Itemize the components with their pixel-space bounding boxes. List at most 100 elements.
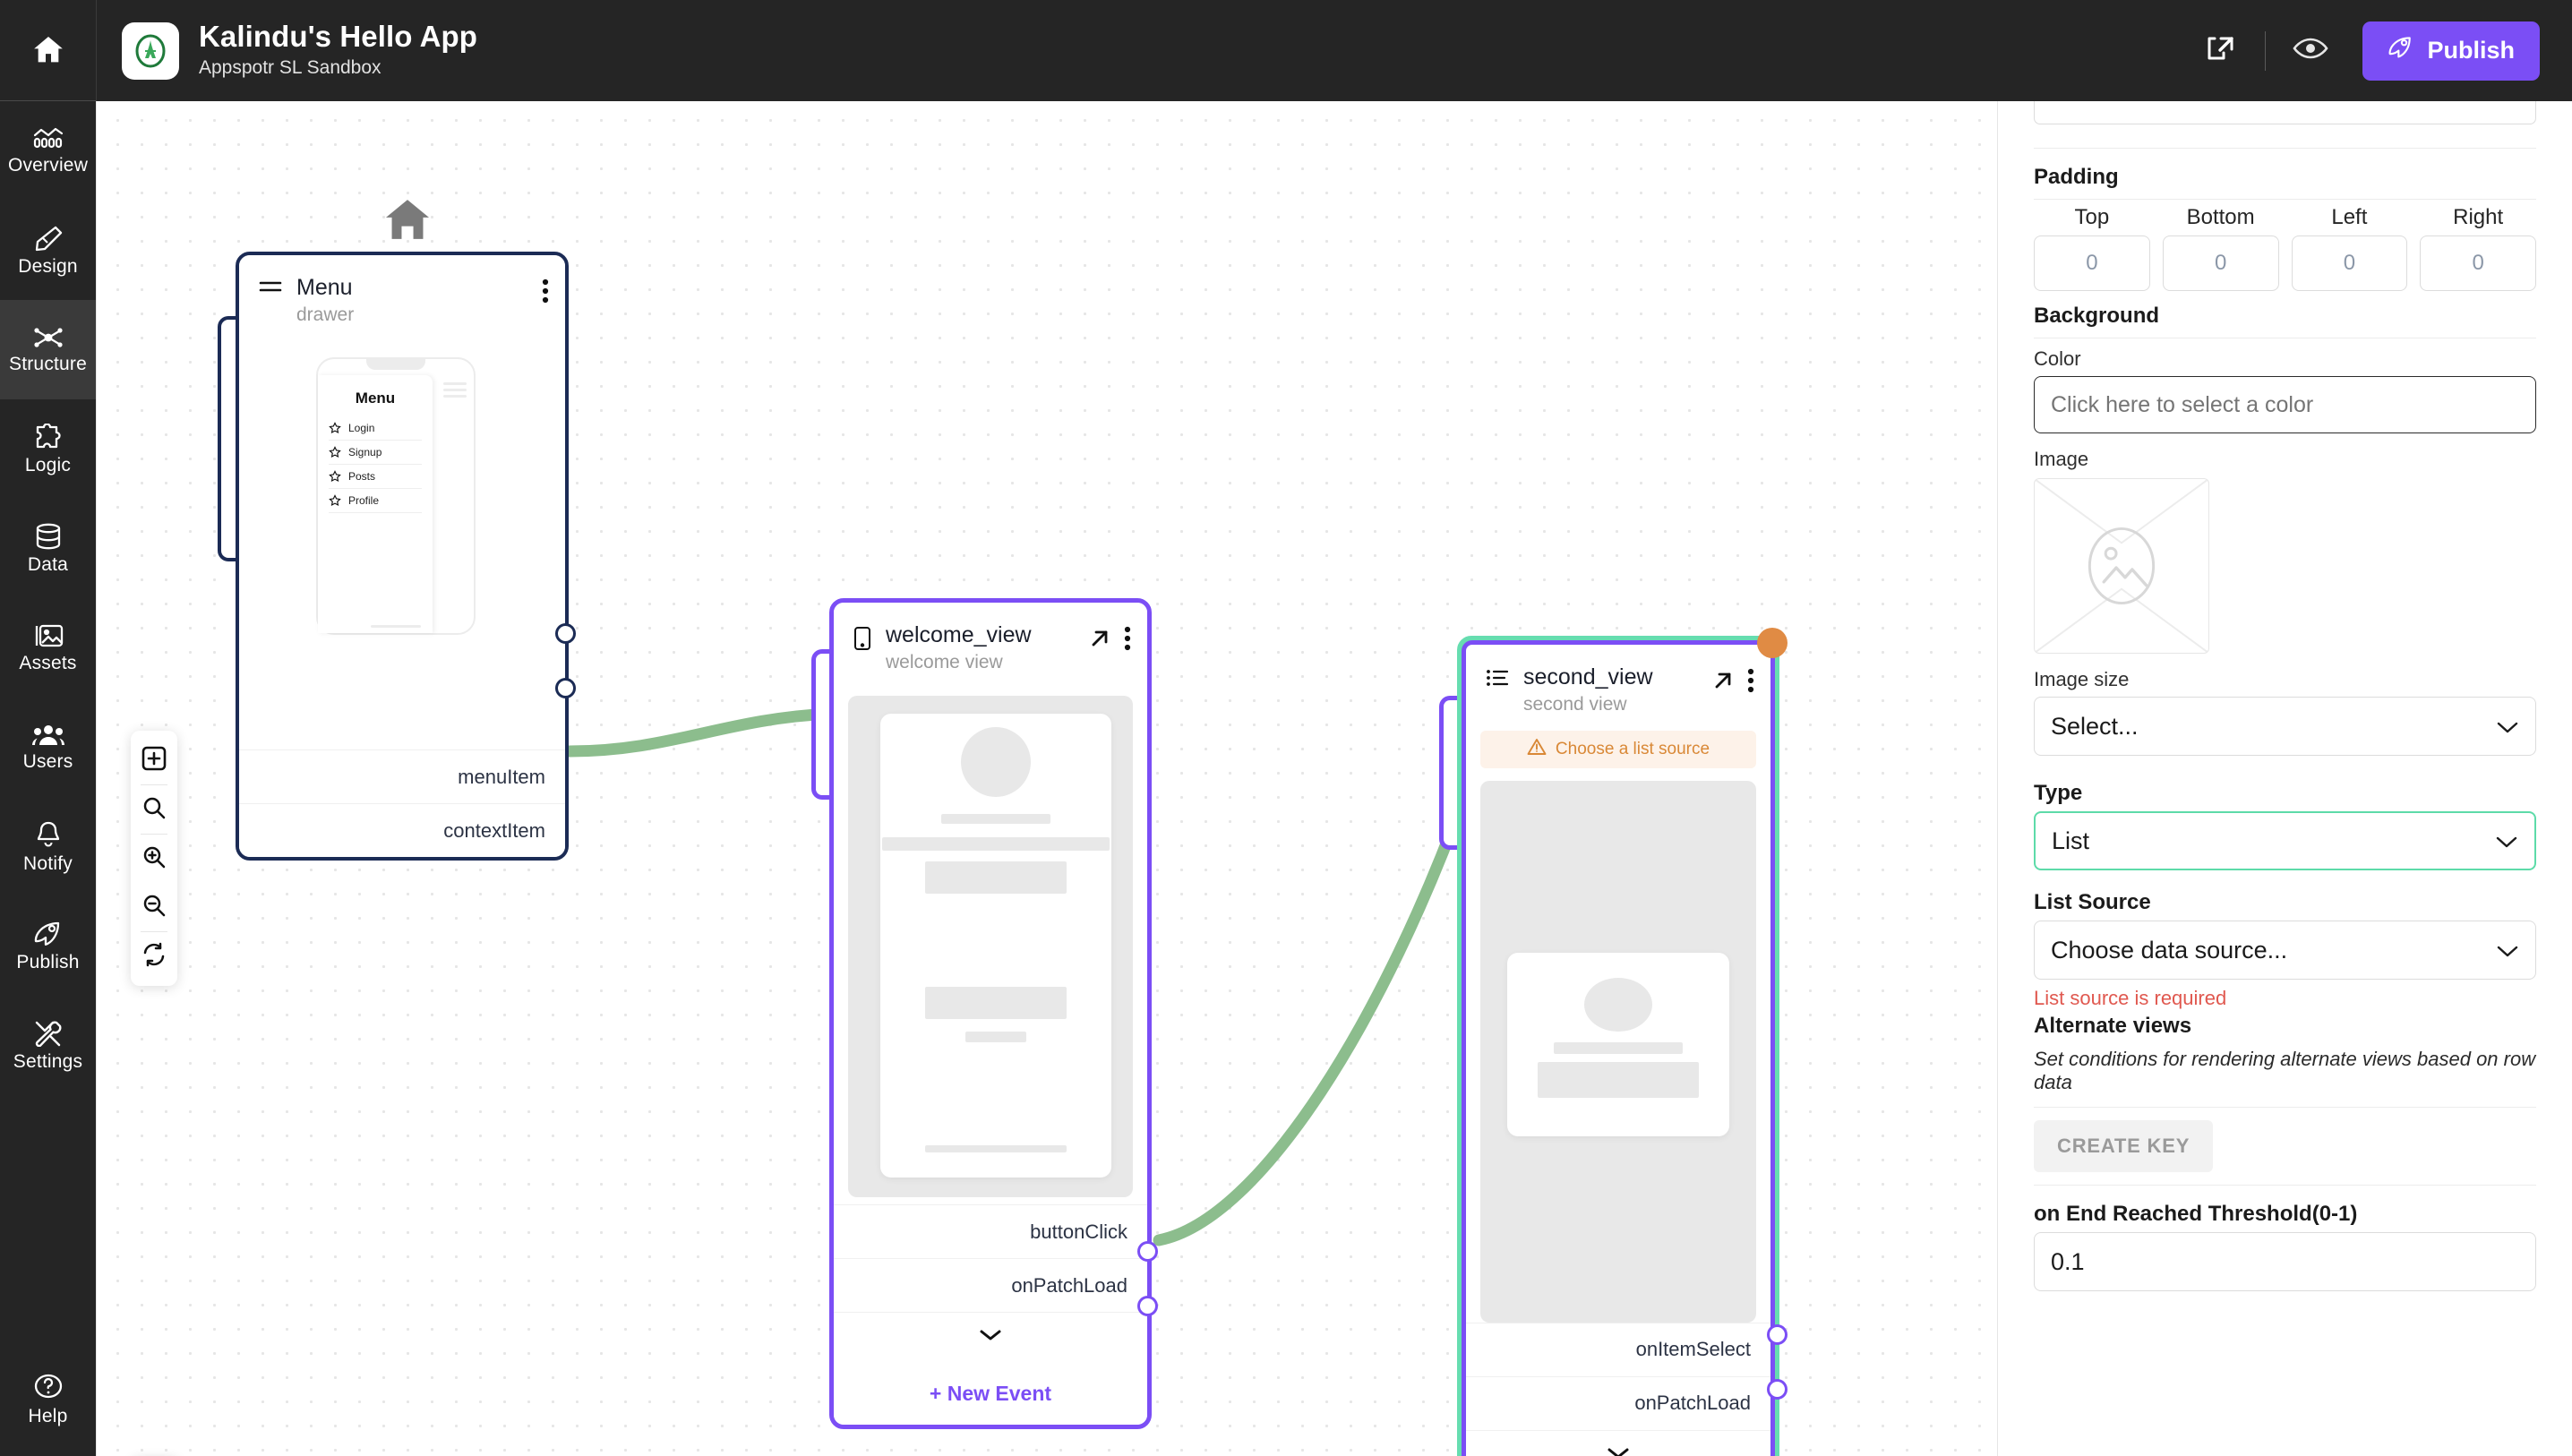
node-title: second_view <box>1523 664 1653 689</box>
create-key-button[interactable]: CREATE KEY <box>2034 1120 2214 1172</box>
new-event-button[interactable]: + New Event <box>834 1362 1147 1425</box>
sidebar-item-settings[interactable]: Settings <box>0 996 96 1095</box>
output-port-menuitem[interactable] <box>555 623 576 644</box>
output-port-onitemselect[interactable] <box>1767 1324 1788 1345</box>
sidebar-item-publish[interactable]: Publish <box>0 896 96 996</box>
sidebar-item-help[interactable]: Help <box>0 1349 96 1456</box>
sidebar-item-structure[interactable]: Structure <box>0 300 96 399</box>
expand-events-button[interactable] <box>1466 1429 1770 1456</box>
sidebar-item-label: Structure <box>9 354 87 374</box>
node-left-tab <box>811 649 829 800</box>
sidebar-home-button[interactable] <box>0 0 96 101</box>
node-second-view[interactable]: second_view second view Choose a list so… <box>1439 628 1788 1456</box>
kebab-menu-icon[interactable] <box>1124 626 1131 651</box>
publish-button[interactable]: Publish <box>2362 21 2540 81</box>
padding-bottom-input[interactable] <box>2162 236 2279 291</box>
zoom-in-button[interactable] <box>131 835 177 883</box>
zoom-out-button[interactable] <box>131 883 177 931</box>
node-preview <box>1480 780 1756 1323</box>
list-source-warning: Choose a list source <box>1480 730 1756 768</box>
output-port-onpatchload[interactable] <box>1137 1296 1158 1316</box>
node-title: Menu <box>296 275 353 300</box>
arrow-up-right-icon[interactable] <box>1088 627 1111 650</box>
drawer-handle-line <box>443 394 467 398</box>
padding-left-label: Left <box>2331 205 2368 229</box>
type-value: List <box>2052 826 2090 854</box>
event-row[interactable]: contextItem <box>239 803 565 857</box>
sidebar-item-label: Logic <box>24 455 72 475</box>
event-label: buttonClick <box>1030 1220 1127 1243</box>
sidebar-item-overview[interactable]: Overview <box>0 101 96 201</box>
node-subtitle: welcome view <box>886 651 1003 672</box>
background-color-input[interactable] <box>2034 376 2536 433</box>
output-port-buttonclick[interactable] <box>1137 1241 1158 1262</box>
sidebar-item-data[interactable]: Data <box>0 499 96 598</box>
share-export-button[interactable] <box>2188 19 2252 83</box>
background-image-picker[interactable] <box>2034 478 2209 654</box>
phone-notch <box>366 358 425 370</box>
output-port-contextitem[interactable] <box>555 678 576 698</box>
chart-overview-icon <box>32 127 64 150</box>
properties-panel[interactable]: Padding Top Bottom Left <box>1997 101 2572 1456</box>
list-source-label: List Source <box>2034 890 2151 914</box>
event-label: onPatchLoad <box>1011 1273 1127 1297</box>
list-source-select[interactable]: Choose data source... <box>2034 921 2536 980</box>
event-row[interactable]: onPatchLoad <box>834 1258 1147 1312</box>
skeleton-line <box>965 1031 1026 1042</box>
sidebar-item-label: Publish <box>16 952 80 972</box>
sidebar-item-logic[interactable]: Logic <box>0 399 96 499</box>
refresh-sync-icon <box>141 942 167 972</box>
end-reached-threshold-input[interactable] <box>2034 1232 2536 1291</box>
sidebar-item-label: Assets <box>19 653 77 673</box>
list-item[interactable]: Posts <box>329 465 422 489</box>
structure-canvas[interactable]: Menu drawer Menu Login Signup Posts Prof… <box>96 101 1997 1456</box>
list-item-label: Signup <box>348 445 382 458</box>
mobile-phone-icon <box>853 626 871 655</box>
image-size-select[interactable]: Select... <box>2034 697 2536 756</box>
kebab-menu-icon[interactable] <box>1747 668 1754 693</box>
question-circle-icon <box>33 1371 64 1401</box>
skeleton-block <box>925 986 1067 1019</box>
event-row[interactable]: menuItem <box>239 749 565 803</box>
app-root: Overview Design Structure Logic Data Ass… <box>0 0 2572 1456</box>
event-label: onItemSelect <box>1635 1338 1751 1361</box>
node-menu[interactable]: Menu drawer Menu Login Signup Posts Prof… <box>218 252 576 861</box>
sidebar-item-assets[interactable]: Assets <box>0 598 96 698</box>
padding-left-input[interactable] <box>2291 236 2408 291</box>
scrolled-field-above[interactable] <box>2034 101 2536 124</box>
search-button[interactable] <box>131 785 177 834</box>
list-item[interactable]: Signup <box>329 441 422 465</box>
event-row[interactable]: buttonClick <box>834 1204 1147 1258</box>
drawer-handle-line <box>443 388 467 391</box>
padding-right-input[interactable] <box>2420 236 2536 291</box>
padding-top-group: Top <box>2034 205 2150 291</box>
star-outline-icon <box>329 469 341 482</box>
type-select[interactable]: List <box>2034 811 2536 870</box>
event-row[interactable]: onPatchLoad <box>1466 1375 1770 1430</box>
bell-icon <box>35 820 62 849</box>
sidebar-item-users[interactable]: Users <box>0 698 96 797</box>
kebab-menu-icon[interactable] <box>542 278 549 304</box>
background-color-label: Color <box>2034 347 2081 370</box>
event-row[interactable]: onItemSelect <box>1466 1322 1770 1376</box>
drawer-title: Menu <box>355 389 396 407</box>
preview-button[interactable] <box>2278 19 2343 83</box>
padding-fields: Top Bottom Left Right <box>2034 205 2536 291</box>
sidebar-item-notify[interactable]: Notify <box>0 797 96 896</box>
expand-events-button[interactable] <box>834 1312 1147 1362</box>
arrow-up-right-icon[interactable] <box>1711 669 1735 692</box>
connection-menuitem-to-welcome <box>563 707 836 758</box>
list-item[interactable]: Profile <box>329 489 422 513</box>
add-node-button[interactable] <box>131 736 177 784</box>
sidebar-item-design[interactable]: Design <box>0 201 96 300</box>
node-header: Menu drawer <box>239 255 565 336</box>
list-item[interactable]: Login <box>329 416 422 441</box>
refresh-button[interactable] <box>131 932 177 981</box>
warning-triangle-icon <box>1527 738 1547 761</box>
output-port-onpatchload[interactable] <box>1767 1379 1788 1400</box>
tools-settings-icon <box>33 1020 64 1047</box>
padding-top-input[interactable] <box>2034 236 2150 291</box>
node-welcome-view[interactable]: welcome_view welcome view buttonClick on… <box>811 598 1158 1429</box>
image-size-value: Select... <box>2051 712 2139 740</box>
